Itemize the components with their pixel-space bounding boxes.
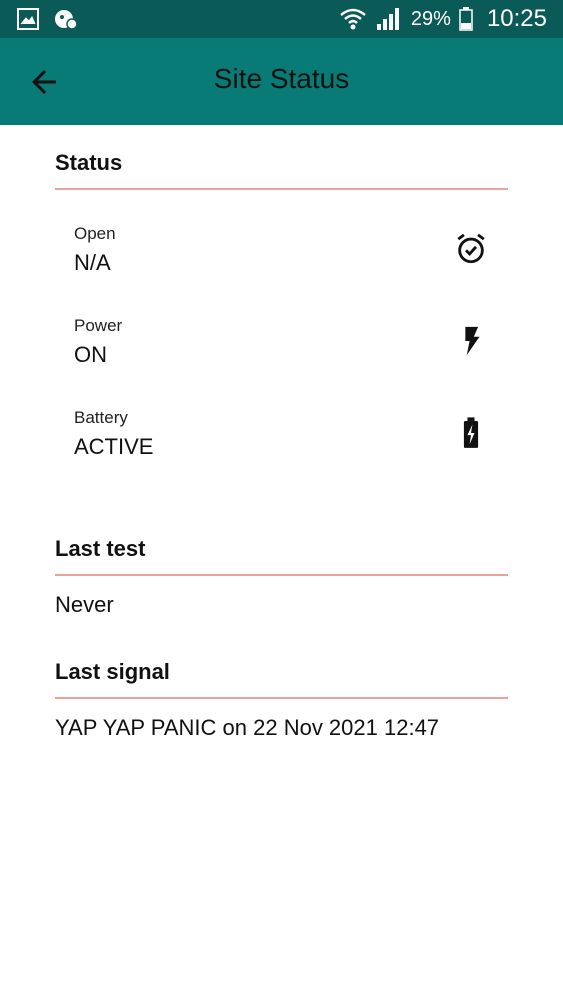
alarm-clock-check-icon	[457, 233, 485, 264]
divider	[55, 697, 508, 699]
wifi-icon	[340, 8, 366, 30]
last-signal-value: YAP YAP PANIC on 22 Nov 2021 12:47	[55, 715, 440, 740]
battery-percent: 29%	[410, 7, 451, 30]
app-bar: Site Status	[0, 38, 563, 125]
section-heading-last-signal: Last signal	[55, 659, 170, 684]
system-status-bar: 29% 10:25	[0, 0, 563, 38]
item-value: N/A	[74, 250, 111, 275]
status-item-battery: Battery ACTIVE	[74, 408, 494, 460]
status-item-power: Power ON	[74, 316, 494, 368]
lightning-bolt-icon	[465, 326, 480, 356]
section-heading-last-test: Last test	[55, 536, 146, 561]
section-heading-status: Status	[55, 150, 123, 175]
notification-icon	[55, 10, 78, 30]
status-item-open: Open N/A	[74, 224, 494, 276]
item-value: ON	[74, 342, 107, 367]
item-value: ACTIVE	[74, 434, 154, 459]
last-test-section: Last test	[55, 536, 508, 576]
gallery-icon	[17, 8, 39, 30]
item-label: Open	[74, 224, 116, 243]
status-section: Status	[55, 150, 508, 190]
clock: 10:25	[486, 5, 547, 32]
divider	[55, 188, 508, 190]
battery-icon	[459, 7, 473, 31]
item-label: Battery	[74, 408, 128, 427]
page-title: Site Status	[213, 63, 350, 94]
item-label: Power	[74, 316, 123, 335]
last-test-value: Never	[55, 592, 114, 617]
battery-charging-icon	[463, 417, 479, 448]
divider	[55, 574, 508, 576]
last-signal-section: Last signal	[55, 659, 508, 699]
signal-icon	[376, 8, 399, 30]
